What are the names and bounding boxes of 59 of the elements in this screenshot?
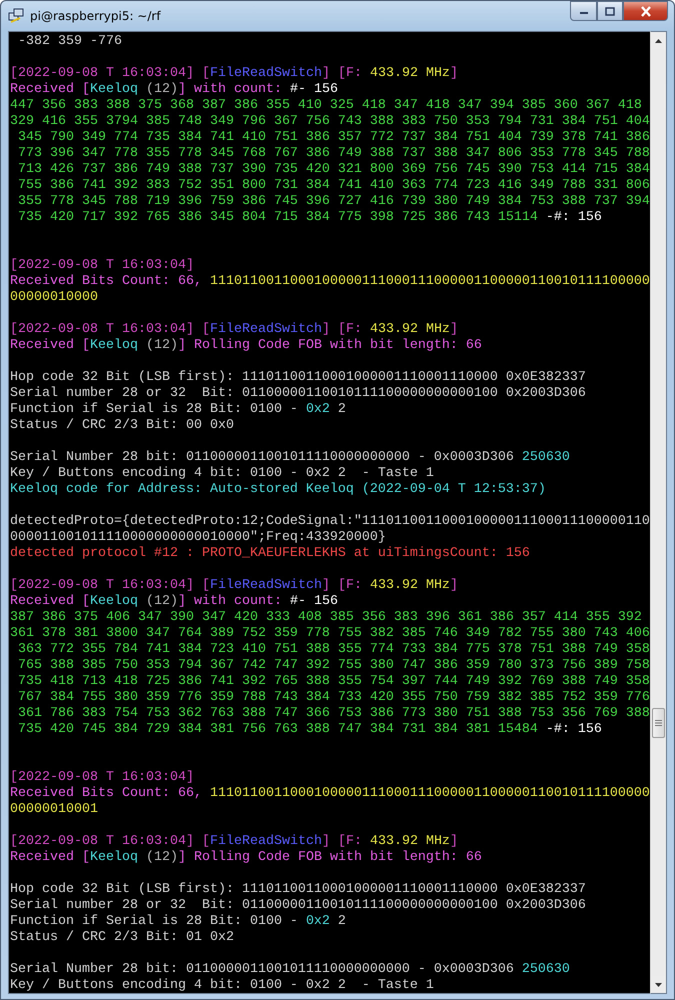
terminal-line: Received [Keeloq (12)] Rolling Code FOB with bit length: 66 [10, 850, 483, 866]
terminal-line: 361 378 381 3800 347 764 389 752 359 778 755 382 385 746 349 782 755 380 743 406 [10, 626, 650, 642]
terminal-line: Keeloq code for Address: Auto-stored Keeloq (2022-09-04 T 12:53:37) [10, 482, 547, 498]
terminal-line: [2022-09-08 T 16:03:04] [FileReadSwitch] [F: 433.92 MHz] [10, 322, 459, 338]
terminal-line: 00000010001 [10, 802, 99, 818]
terminal-line: 329 416 355 3794 385 748 349 796 367 756 743 388 383 750 353 794 731 384 751 404 [10, 114, 650, 130]
terminal-line: Key / Buttons encoding 4 bit: 0100 - 0x2 2 - Taste 1 [10, 466, 435, 482]
minimize-button[interactable] [570, 1, 597, 21]
window-title: pi@raspberrypi5: ~/rf [30, 9, 162, 23]
scroll-thumb[interactable] [652, 708, 665, 738]
terminal-line: 765 388 385 750 353 794 367 742 747 392 755 380 747 386 359 780 373 756 389 758 [16, 658, 650, 674]
maximize-button[interactable] [597, 1, 623, 21]
terminal-line: Received [Keeloq (12)] with count: #- 156 [10, 594, 339, 610]
terminal-line: Status / CRC 2/3 Bit: 01 0x2 [10, 930, 235, 946]
terminal-line: detected protocol #12 : PROTO_KAEUFERLEKHS at uiTimingsCount: 156 [10, 546, 531, 562]
terminal-line: 755 386 741 392 383 752 351 800 731 384 741 410 363 774 723 416 349 788 331 806 [16, 178, 650, 194]
terminal-line: 345 790 349 774 735 384 741 410 751 386 357 772 737 384 751 404 739 378 741 386 [16, 130, 650, 146]
terminal-line: [2022-09-08 T 16:03:04] [FileReadSwitch] [F: 433.92 MHz] [10, 66, 459, 82]
terminal-line: Received [Keeloq (12)] Rolling Code FOB with bit length: 66 [10, 338, 483, 354]
close-button[interactable] [623, 1, 668, 21]
terminal-line: -382 359 -776 [16, 34, 123, 50]
terminal-line: 00000010000 [10, 290, 99, 306]
terminal-line: 735 420 745 384 729 384 381 756 763 388 747 384 731 384 381 15484 -#: 156 [16, 722, 603, 738]
grip-icon [655, 720, 662, 726]
terminal-line: detectedProto={detectedProto:12;CodeSignal:"111011001100010000011100011100000110 [10, 514, 650, 530]
terminal-line: Serial number 28 or 32 Bit: 01100000110010111100000000000100 0x2003D306 [10, 386, 587, 402]
terminal-line: 387 386 375 406 347 390 347 420 333 408 385 356 383 396 361 386 357 414 355 392 [10, 610, 643, 626]
terminal-line: 363 772 355 784 741 384 723 410 751 388 355 774 733 384 775 378 751 388 749 358 [16, 642, 650, 658]
up-arrow-icon [655, 38, 662, 42]
terminal-line: 735 418 713 418 725 386 741 392 765 388 355 754 397 744 749 392 769 388 749 358 [16, 674, 650, 690]
down-arrow-icon [655, 982, 662, 986]
terminal-line: Hop code 32 Bit (LSB first): 11101100110001000001110001110000 0x0E382337 [10, 370, 587, 386]
terminal-line: Received Bits Count: 66, 1110110011000100000111000111000001100000110010111100000 [10, 274, 650, 290]
terminal-line: Function if Serial is 28 Bit: 0100 - 0x2 2 [10, 402, 347, 418]
terminal-line: [2022-09-08 T 16:03:04] [FileReadSwitch] [F: 433.92 MHz] [10, 834, 459, 850]
terminal-line: Function if Serial is 28 Bit: 0100 - 0x2 2 [10, 914, 347, 930]
terminal-line: Key / Buttons encoding 4 bit: 0100 - 0x2 2 - Taste 1 [10, 978, 435, 993]
terminal-line: 447 356 383 388 375 368 387 386 355 410 325 418 347 418 347 394 385 360 367 418 [10, 98, 643, 114]
terminal-line: Serial Number 28 bit: 0110000011001011110000000000 - 0x0003D306 250630 [10, 962, 571, 978]
terminal-line: 735 420 717 392 765 386 345 804 715 384 775 398 725 386 743 15114 -#: 156 [16, 210, 603, 226]
terminal-line: [2022-09-08 T 16:03:04] [FileReadSwitch] [F: 433.92 MHz] [10, 578, 459, 594]
terminal-line: Status / CRC 2/3 Bit: 00 0x0 [10, 418, 235, 434]
terminal-line: 361 786 383 754 753 362 763 388 747 366 753 386 773 380 751 388 753 356 769 388 [16, 706, 650, 722]
terminal-line: 355 778 345 788 719 396 759 386 745 396 727 416 739 380 749 384 753 388 737 394 [16, 194, 650, 210]
maximize-icon [605, 6, 615, 16]
terminal-line: Hop code 32 Bit (LSB first): 11101100110001000001110001110000 0x0E382337 [10, 882, 587, 898]
terminal-line: [2022-09-08 T 16:03:04] [10, 770, 195, 786]
terminal-line: [2022-09-08 T 16:03:04] [10, 258, 195, 274]
terminal-line: 713 426 737 386 749 388 737 390 735 420 321 800 369 756 745 390 753 414 715 384 [16, 162, 650, 178]
computer-icon [8, 8, 24, 24]
close-icon [640, 6, 652, 16]
terminal-line: Received Bits Count: 66, 1110110011000100000111000111000001100000110010111100000 [10, 786, 650, 802]
terminal-line: Serial number 28 or 32 Bit: 01100000110010111100000000000100 0x2003D306 [10, 898, 587, 914]
scrollbar[interactable] [650, 31, 667, 994]
terminal-line: 773 396 347 778 355 778 345 768 767 386 749 388 737 388 347 806 353 778 345 788 [16, 146, 650, 162]
terminal-line: 000011001011110000000000010000";Freq:433920000} [10, 530, 387, 546]
terminal-line: Serial Number 28 bit: 0110000011001011110000000000 - 0x0003D306 250630 [10, 450, 571, 466]
terminal-line: Received [Keeloq (12)] with count: #- 156 [10, 82, 339, 98]
terminal-line: 767 384 755 380 359 776 359 788 743 384 733 420 355 750 759 382 385 752 359 776 [16, 690, 650, 706]
